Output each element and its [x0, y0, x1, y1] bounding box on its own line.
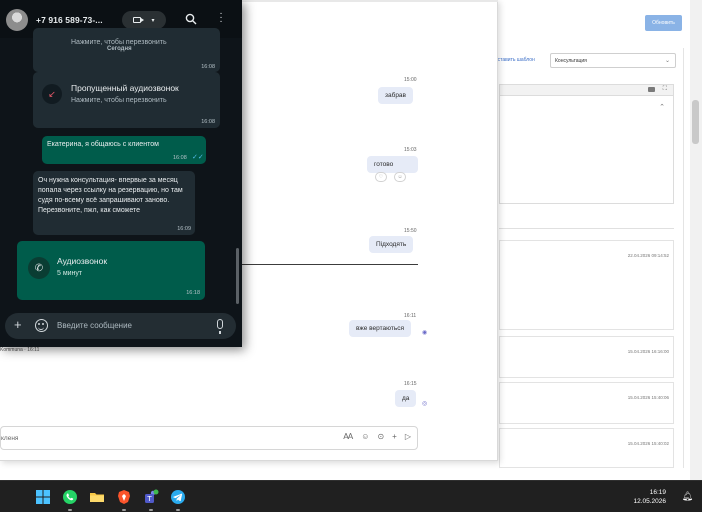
chat-message: да	[395, 390, 417, 407]
windows-start-icon[interactable]	[35, 489, 51, 505]
message-time: 15:00	[404, 77, 417, 83]
call-duration: 5 минут	[57, 270, 83, 277]
notification-bell-icon[interactable]: 🔔︎	[682, 491, 693, 502]
message-input[interactable]: Введите сообщение	[57, 321, 132, 330]
microphone-icon[interactable]	[217, 319, 223, 334]
insert-template-link[interactable]: вставить шаблон	[495, 57, 535, 63]
message-time: 16:11	[404, 313, 417, 319]
chat-message: Підходять	[369, 236, 414, 253]
video-camera-icon	[133, 17, 145, 23]
agent-signature: Kommuna · 16:11	[0, 347, 40, 353]
clock-date: 12.05.2026	[633, 498, 666, 505]
call-subtitle: Нажмите, чтобы перезвонить	[71, 97, 167, 104]
history-timestamp: 15.04.2026 16:16:00	[627, 349, 669, 354]
emoji-icon[interactable]: ☺	[361, 432, 369, 441]
missed-call-icon: ↙	[42, 84, 62, 104]
sent-status-icon: ◎	[422, 401, 428, 407]
contact-name[interactable]: +7 916 589-73-...	[36, 15, 103, 25]
double-check-icon: ✓✓	[192, 154, 204, 161]
quick-reply-icon[interactable]: ⊙	[377, 432, 384, 441]
clock-time: 16:19	[649, 489, 666, 496]
read-status-icon: ◉	[422, 330, 428, 336]
chat-message: забрав	[378, 87, 414, 104]
chevron-down-icon: ⌄	[664, 58, 670, 64]
system-clock[interactable]: 16:19 12.05.2026	[633, 488, 666, 506]
template-select[interactable]: Консультация ⌄	[550, 53, 676, 68]
message-input-bar[interactable]: + Введите сообщение	[5, 313, 236, 339]
history-timestamp: 15.04.2026 15:40:06	[627, 395, 669, 400]
telegram-app-icon[interactable]	[170, 489, 186, 505]
phone-call-icon: ✆	[28, 257, 50, 279]
history-entry[interactable]: 15.04.2026 15:40:02	[499, 428, 674, 468]
outgoing-message[interactable]: Екатерина, я общаюсь с клиентом 16:08 ✓✓	[42, 136, 206, 164]
running-indicator	[122, 509, 126, 511]
history-timestamp: 22.04.2026 09:14:52	[627, 253, 669, 258]
refresh-button[interactable]: Обновить	[645, 15, 682, 31]
add-icon[interactable]: +	[392, 432, 397, 441]
divider	[683, 48, 684, 468]
message-time: 16:15	[404, 381, 417, 387]
editor-toolbar: ⛶	[500, 85, 673, 96]
call-title: Пропущенный аудиозвонок	[71, 83, 179, 93]
incoming-message[interactable]: Оч нужна консультация- впервые за месяц …	[33, 171, 195, 235]
call-subtitle: Нажмите, чтобы перезвонить	[71, 39, 167, 46]
history-entry[interactable]: 15.04.2026 16:16:00	[499, 336, 674, 378]
missed-call-card[interactable]: ↙ Пропущенный аудиозвонок Нажмите, чтобы…	[33, 72, 220, 128]
message-time: 16:08	[201, 64, 215, 70]
running-indicator	[68, 509, 72, 511]
running-indicator	[176, 509, 180, 511]
chat-message: готово	[367, 156, 418, 173]
date-separator: Сегодня	[107, 46, 132, 52]
attach-plus-icon[interactable]: +	[14, 318, 22, 332]
composer-placeholder: кленя	[1, 435, 19, 442]
teams-app-icon[interactable]: T	[143, 489, 159, 505]
file-explorer-icon[interactable]	[89, 489, 105, 505]
composer-toolbar: Ꜳ ☺ ⊙ + ▷	[343, 432, 411, 441]
message-composer[interactable]: кленя Ꜳ ☺ ⊙ + ▷	[0, 426, 418, 450]
running-indicator	[149, 509, 153, 511]
message-text: Оч нужна консультация- впервые за месяц …	[38, 177, 183, 214]
avatar[interactable]	[6, 9, 28, 31]
video-call-button[interactable]: ▾	[122, 11, 166, 29]
more-options-icon[interactable]: · · ·	[216, 9, 226, 27]
send-icon[interactable]: ▷	[405, 432, 411, 441]
message-list: Нажмите, чтобы перезвонить 16:08 Сегодня…	[0, 28, 242, 347]
whatsapp-window: +7 916 589-73-... ▾ · · · Нажмите, чтобы п…	[0, 0, 242, 347]
emoji-icon[interactable]	[35, 319, 48, 332]
chevron-down-icon: ▾	[151, 17, 155, 24]
divider	[499, 228, 674, 229]
message-time: 16:09	[177, 226, 191, 232]
fullscreen-icon[interactable]: ⛶	[663, 86, 667, 93]
taskbar: T 16:19 12.05.2026 🔔︎	[0, 480, 702, 512]
keyboard-icon[interactable]	[648, 87, 655, 92]
scrollbar[interactable]	[690, 0, 702, 480]
reaction-heart-icon[interactable]: ♡	[375, 172, 387, 182]
message-text: Екатерина, я общаюсь с клиентом	[47, 141, 159, 148]
template-select-value: Консультация	[555, 58, 587, 64]
add-reaction-icon[interactable]: ☺	[394, 172, 406, 182]
search-icon[interactable]	[185, 13, 197, 25]
message-time: 16:08	[173, 155, 187, 161]
chevron-up-icon[interactable]: ⌃	[659, 103, 665, 111]
history-entry[interactable]: 22.04.2026 09:14:52	[499, 240, 674, 330]
scrollbar-thumb[interactable]	[236, 248, 239, 304]
message-time: 15:03	[404, 147, 417, 153]
text-format-icon[interactable]: Ꜳ	[343, 432, 353, 441]
history-timestamp: 15.04.2026 15:40:02	[627, 441, 669, 446]
whatsapp-app-icon[interactable]	[62, 489, 78, 505]
brave-browser-icon[interactable]	[116, 489, 132, 505]
svg-text:T: T	[146, 495, 152, 503]
chat-message: вже вертаються	[349, 320, 412, 337]
audio-call-card[interactable]: ✆ Аудиозвонок 5 минут 16:18	[17, 241, 205, 300]
history-entry[interactable]: 15.04.2026 15:40:06	[499, 382, 674, 424]
message-time: 16:08	[201, 119, 215, 125]
message-time: 15:50	[404, 228, 417, 234]
message-time: 16:18	[186, 290, 200, 296]
message-editor[interactable]: ⛶ ⌃	[499, 84, 674, 204]
scrollbar-thumb[interactable]	[692, 100, 699, 144]
divider	[240, 0, 498, 2]
unread-divider	[240, 264, 418, 265]
call-title: Аудиозвонок	[57, 256, 108, 266]
